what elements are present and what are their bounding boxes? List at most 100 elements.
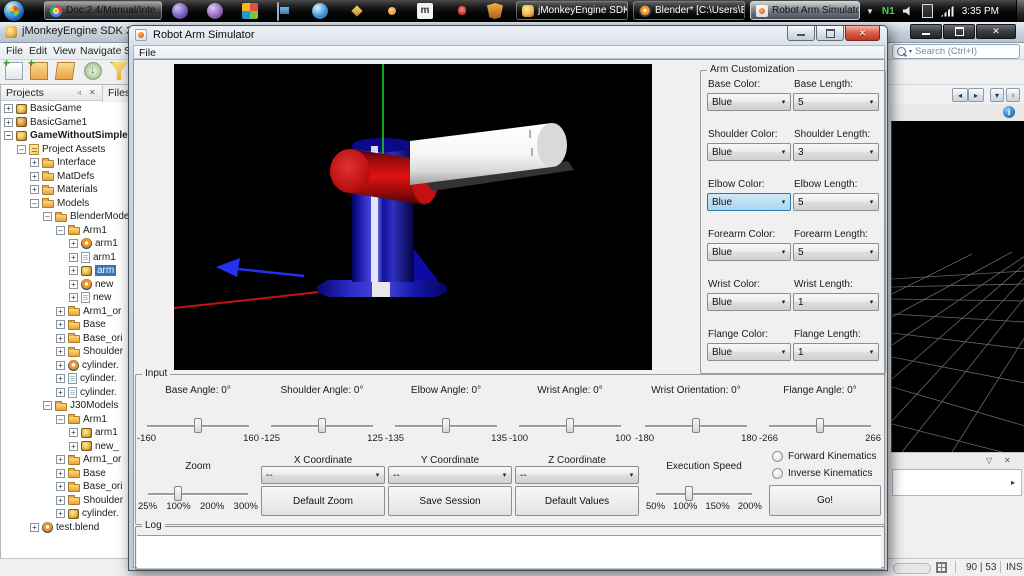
violet-sphere-icon[interactable]: [207, 3, 223, 19]
save-session-button[interactable]: Save Session: [388, 486, 512, 516]
volume-icon[interactable]: [903, 6, 914, 17]
expand-toggle-icon[interactable]: +: [56, 307, 65, 316]
tree-item[interactable]: + test.blend: [1, 521, 128, 535]
default-values-button[interactable]: Default Values: [515, 486, 639, 516]
close-panel-icon[interactable]: ✕: [89, 88, 96, 98]
color-select[interactable]: Blue ▾: [707, 143, 791, 161]
speed-slider-thumb[interactable]: [685, 486, 693, 501]
menu-navigate[interactable]: Navigate: [80, 45, 121, 57]
slider-thumb[interactable]: [318, 418, 326, 433]
tree-item[interactable]: + arm1: [1, 237, 128, 251]
tree-item[interactable]: – Models: [1, 197, 128, 211]
open-project-icon[interactable]: [55, 62, 76, 80]
blue-globe-icon[interactable]: [312, 3, 328, 19]
robot-arm-viewport[interactable]: [174, 64, 652, 370]
tree-item[interactable]: + Shoulder: [1, 345, 128, 359]
expand-toggle-icon[interactable]: +: [69, 239, 78, 248]
minimize-button[interactable]: [910, 24, 942, 39]
expand-toggle-icon[interactable]: +: [56, 361, 65, 370]
tree-item[interactable]: – Arm1: [1, 413, 128, 427]
expand-toggle-icon[interactable]: +: [56, 320, 65, 329]
color-blocks-icon[interactable]: [242, 3, 258, 19]
tree-item[interactable]: + arm1: [1, 251, 128, 265]
expand-toggle-icon[interactable]: +: [56, 482, 65, 491]
clock[interactable]: 3:35 PM: [962, 6, 999, 17]
tree-item[interactable]: + BasicGame: [1, 102, 128, 116]
expand-toggle-icon[interactable]: +: [69, 428, 78, 437]
slider-track[interactable]: [395, 425, 497, 428]
length-select[interactable]: 1 ▾: [793, 343, 879, 361]
filter-icon[interactable]: [110, 62, 128, 80]
maximize-button[interactable]: [943, 24, 975, 39]
expand-toggle-icon[interactable]: +: [30, 185, 39, 194]
expand-toggle-icon[interactable]: –: [17, 145, 26, 154]
slider-track[interactable]: [519, 425, 621, 428]
menu-view[interactable]: View: [53, 45, 76, 57]
close-button[interactable]: ✕: [976, 24, 1016, 39]
tree-item[interactable]: + Arm1_or: [1, 453, 128, 467]
expand-toggle-icon[interactable]: +: [56, 374, 65, 383]
slider-thumb[interactable]: [692, 418, 700, 433]
zoom-slider-thumb[interactable]: [174, 486, 182, 501]
zoom-slider-track[interactable]: [148, 493, 248, 496]
expand-toggle-icon[interactable]: +: [56, 469, 65, 478]
minimize-panel-icon[interactable]: ◃: [77, 88, 81, 98]
gpu-status-icon[interactable]: N1: [882, 6, 895, 17]
tree-item[interactable]: – GameWithoutSimple: [1, 129, 128, 143]
tree-item[interactable]: – BlenderMode: [1, 210, 128, 224]
sim-menu-file[interactable]: File: [139, 47, 156, 59]
expand-toggle-icon[interactable]: +: [56, 334, 65, 343]
expand-toggle-icon[interactable]: +: [56, 388, 65, 397]
expand-toggle-icon[interactable]: +: [56, 455, 65, 464]
simulator-titlebar[interactable]: Robot Arm Simulator ✕: [129, 26, 887, 44]
tree-item[interactable]: + Materials: [1, 183, 128, 197]
expand-toggle-icon[interactable]: +: [69, 442, 78, 451]
close-strip-icon[interactable]: ✕: [1004, 456, 1011, 465]
nav-forward-button[interactable]: ▸: [968, 88, 984, 102]
taskbar-chrome-button[interactable]: Doc:2.4/Manual/Inte...: [44, 1, 162, 20]
length-select[interactable]: 3 ▾: [793, 143, 879, 161]
y-coordinate-select[interactable]: -- ▾: [388, 466, 512, 484]
tree-item[interactable]: + cylinder.: [1, 372, 128, 386]
new-project-icon[interactable]: [30, 62, 48, 80]
nav-back-button[interactable]: ◂: [952, 88, 968, 102]
new-file-icon[interactable]: [5, 62, 23, 80]
expand-toggle-icon[interactable]: +: [56, 347, 65, 356]
forward-kinematics-radio[interactable]: Forward Kinematics: [772, 451, 876, 462]
taskbar-jme-button[interactable]: jMonkeyEngine SDK ...: [516, 1, 628, 20]
maximize-view-button[interactable]: ▫: [1006, 88, 1020, 102]
go-button[interactable]: Go!: [769, 485, 881, 516]
tree-item[interactable]: + arm1: [1, 426, 128, 440]
expand-toggle-icon[interactable]: +: [4, 118, 13, 127]
property-row[interactable]: ▸: [892, 469, 1022, 496]
tray-chevron-icon[interactable]: ▼: [866, 7, 874, 16]
shield-icon[interactable]: [487, 3, 503, 19]
expand-toggle-icon[interactable]: +: [30, 172, 39, 181]
tree-item[interactable]: + Base: [1, 318, 128, 332]
color-select[interactable]: Blue ▾: [707, 343, 791, 361]
slider-track[interactable]: [769, 425, 871, 428]
tree-item[interactable]: + Shoulder: [1, 494, 128, 508]
color-select[interactable]: Blue ▾: [707, 193, 791, 211]
length-select[interactable]: 1 ▾: [793, 293, 879, 311]
clipboard-icon[interactable]: [922, 4, 933, 18]
expand-toggle-icon[interactable]: –: [4, 131, 13, 140]
expand-toggle-icon[interactable]: +: [4, 104, 13, 113]
slider-thumb[interactable]: [816, 418, 824, 433]
expand-toggle-icon[interactable]: +: [69, 293, 78, 302]
log-output[interactable]: [137, 535, 881, 568]
tree-item[interactable]: + new: [1, 278, 128, 292]
tree-item[interactable]: + BasicGame1: [1, 116, 128, 130]
tree-item[interactable]: + Interface: [1, 156, 128, 170]
expand-toggle-icon[interactable]: +: [56, 509, 65, 518]
slider-thumb[interactable]: [194, 418, 202, 433]
expand-toggle-icon[interactable]: +: [56, 496, 65, 505]
length-select[interactable]: 5 ▾: [793, 193, 879, 211]
dropdown-button[interactable]: ▾: [990, 88, 1004, 102]
default-zoom-button[interactable]: Default Zoom: [261, 486, 385, 516]
tree-item[interactable]: + new: [1, 291, 128, 305]
tree-item[interactable]: + Base: [1, 467, 128, 481]
sim-maximize-button[interactable]: [816, 26, 844, 41]
show-desktop-button[interactable]: [1016, 0, 1024, 22]
expand-toggle-icon[interactable]: –: [30, 199, 39, 208]
